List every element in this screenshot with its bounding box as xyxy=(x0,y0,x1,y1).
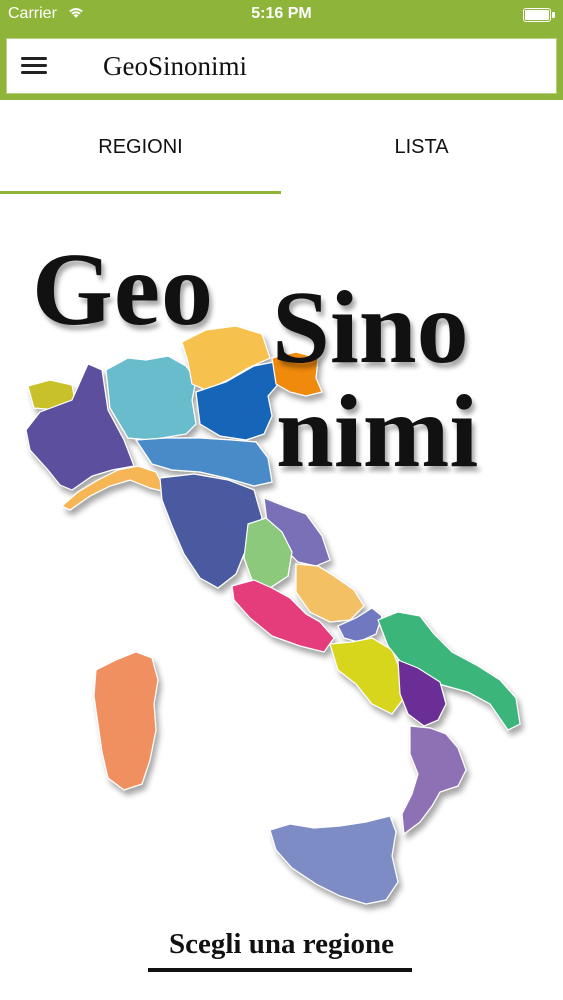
tab-regioni[interactable]: REGIONI xyxy=(0,100,281,194)
region-abruzzo[interactable] xyxy=(295,563,365,623)
choose-region-button[interactable]: Scegli una regione xyxy=(0,928,563,961)
tab-bar: REGIONI LISTA xyxy=(0,100,563,194)
app-bar-inner: GeoSinonimi xyxy=(6,38,557,94)
cta-underline xyxy=(148,968,412,972)
app-bar: GeoSinonimi xyxy=(0,30,563,100)
clock: 5:16 PM xyxy=(251,5,312,22)
region-calabria[interactable] xyxy=(401,725,467,836)
app-title: GeoSinonimi xyxy=(103,51,248,81)
status-bar: Carrier 5:16 PM xyxy=(0,0,563,30)
logo-nimi-text: nimi xyxy=(276,374,479,489)
tab-lista[interactable]: LISTA xyxy=(281,100,562,194)
logo-sino-text: Sino xyxy=(272,270,469,385)
hamburger-menu-icon[interactable] xyxy=(21,57,47,75)
region-sicilia[interactable] xyxy=(269,815,399,905)
region-lombardia[interactable] xyxy=(105,355,197,441)
tab-selected-indicator xyxy=(0,191,281,194)
battery-icon xyxy=(523,8,555,22)
region-sardegna[interactable] xyxy=(93,651,159,791)
